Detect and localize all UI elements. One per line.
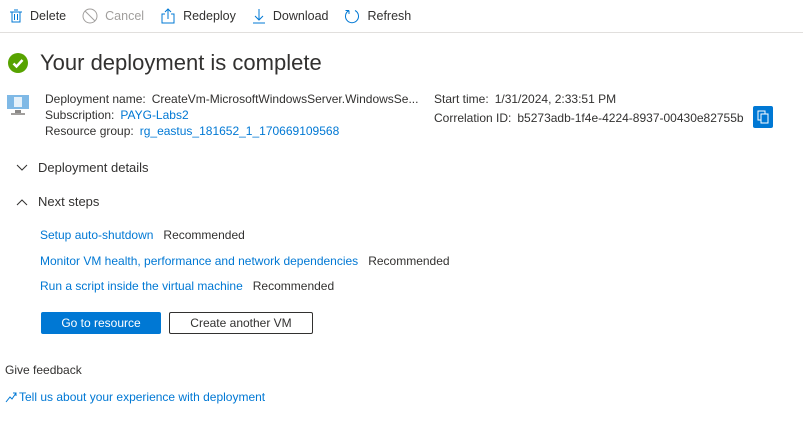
create-another-vm-button[interactable]: Create another VM xyxy=(169,312,313,334)
cancel-label: Cancel xyxy=(105,9,145,23)
trash-icon xyxy=(10,9,22,23)
feedback-heading: Give feedback xyxy=(5,363,82,377)
next-step-item: Run a script inside the virtual machine R… xyxy=(40,279,334,293)
redeploy-button[interactable]: Redeploy xyxy=(160,8,236,24)
copy-button[interactable] xyxy=(753,106,773,128)
feedback-link[interactable]: Tell us about your experience with deplo… xyxy=(5,390,265,404)
correlation-id-value: b5273adb-1f4e-4224-8937-00430e82755b xyxy=(517,111,744,125)
next-step-item: Setup auto-shutdown Recommended xyxy=(40,228,245,242)
recommended-tag: Recommended xyxy=(163,228,245,242)
setup-auto-shutdown-link[interactable]: Setup auto-shutdown xyxy=(40,228,153,242)
deployment-name-label: Deployment name: xyxy=(45,92,146,106)
subscription-link[interactable]: PAYG-Labs2 xyxy=(120,108,188,122)
deployment-info: Deployment name: CreateVm-MicrosoftWindow… xyxy=(45,91,418,139)
deployment-details-toggle[interactable]: Deployment details xyxy=(16,160,149,175)
download-button[interactable]: Download xyxy=(252,8,329,24)
upload-icon xyxy=(161,8,175,24)
run-script-link[interactable]: Run a script inside the virtual machine xyxy=(40,279,243,293)
copy-icon xyxy=(757,110,769,124)
delete-label: Delete xyxy=(30,9,67,23)
redeploy-label: Redeploy xyxy=(183,9,236,23)
next-step-item: Monitor VM health, performance and netwo… xyxy=(40,254,450,268)
chevron-up-icon xyxy=(16,198,28,205)
command-bar: Delete Cancel Redeploy Download Refresh xyxy=(0,0,803,33)
subscription-label: Subscription: xyxy=(45,108,115,122)
chevron-down-icon xyxy=(16,164,28,171)
correlation-id-label: Correlation ID: xyxy=(434,111,512,125)
download-icon xyxy=(252,9,265,24)
deployment-meta: Start time: 1/31/2024, 2:33:51 PM Correla… xyxy=(434,91,744,126)
recommended-tag: Recommended xyxy=(252,279,335,293)
monitor-vm-health-link[interactable]: Monitor VM health, performance and netwo… xyxy=(40,254,358,268)
refresh-label: Refresh xyxy=(367,9,412,23)
resource-group-link[interactable]: rg_eastus_181652_1_170669109568 xyxy=(140,124,340,138)
deployment-details-label: Deployment details xyxy=(38,160,149,175)
next-steps-label: Next steps xyxy=(38,194,100,209)
delete-button[interactable]: Delete xyxy=(9,9,66,23)
refresh-icon xyxy=(345,10,360,24)
deployment-name-value: CreateVm-MicrosoftWindowsServer.WindowsS… xyxy=(151,92,419,106)
start-time-value: 1/31/2024, 2:33:51 PM xyxy=(494,92,617,106)
download-label: Download xyxy=(272,9,329,23)
go-to-resource-button[interactable]: Go to resource xyxy=(41,312,161,334)
feedback-icon xyxy=(5,392,17,403)
resource-group-label: Resource group: xyxy=(45,124,134,138)
next-steps-toggle[interactable]: Next steps xyxy=(16,194,99,209)
recommended-tag: Recommended xyxy=(368,254,450,268)
title-text: Your deployment is complete xyxy=(40,50,322,75)
refresh-button[interactable]: Refresh xyxy=(344,8,411,24)
cancel-icon xyxy=(82,8,98,24)
cancel-button[interactable]: Cancel xyxy=(82,8,144,24)
virtual-machine-icon xyxy=(7,95,29,115)
success-check-icon xyxy=(8,53,28,73)
page-title: Your deployment is complete xyxy=(8,50,322,76)
feedback-link-text[interactable]: Tell us about your experience with deplo… xyxy=(19,390,265,404)
start-time-label: Start time: xyxy=(434,92,489,106)
